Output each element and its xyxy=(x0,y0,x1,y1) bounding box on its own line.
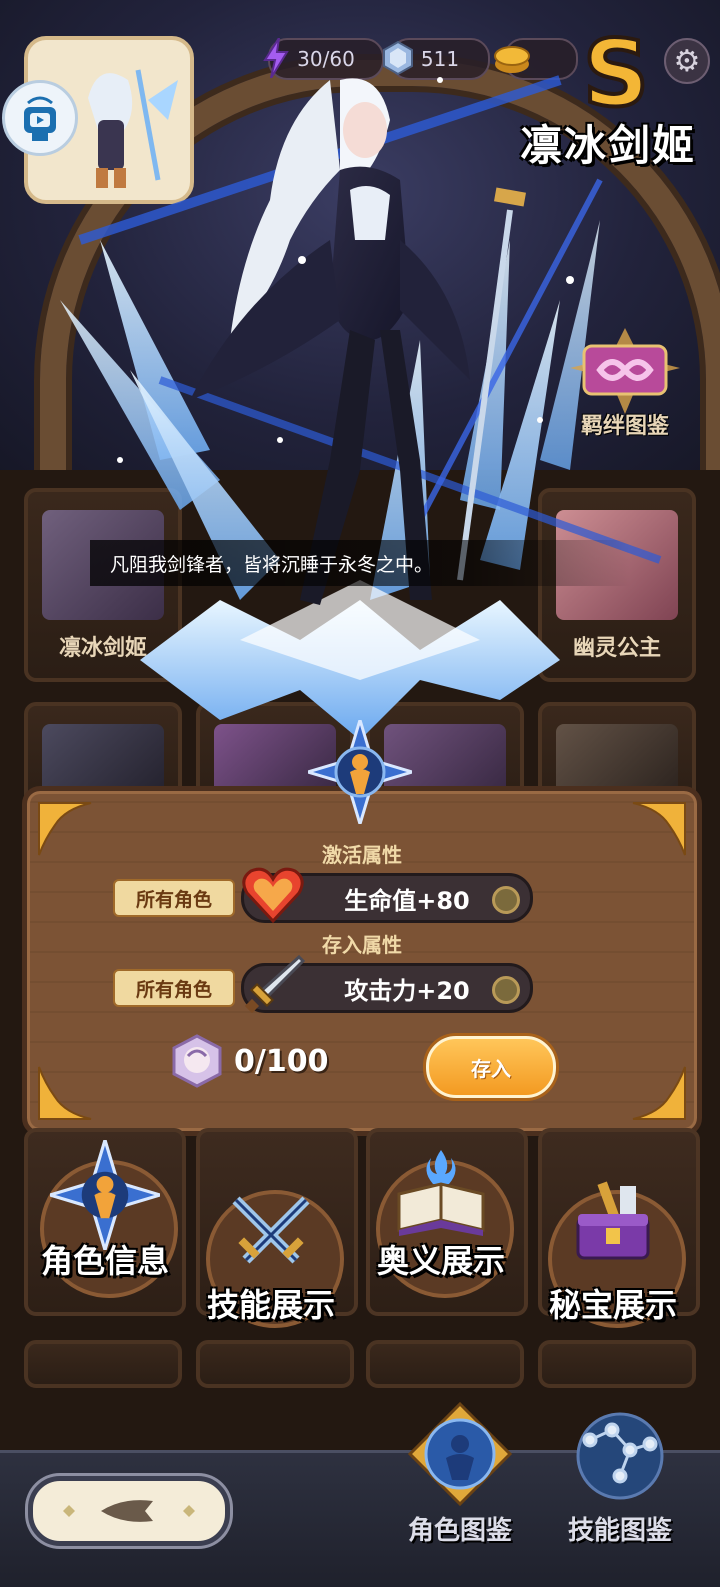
treasure-showcase-button[interactable]: 秘宝展示 xyxy=(538,1180,688,1330)
hero-shard-icon xyxy=(172,1034,222,1088)
character-card[interactable] xyxy=(196,1340,354,1388)
sword-icon xyxy=(244,954,306,1014)
activate-attribute-title: 激活属性 xyxy=(322,843,402,867)
attribute-panel: 激活属性 所有角色 生命值+80 存入属性 所有角色 攻击力+20 xyxy=(22,786,702,1136)
character-card[interactable] xyxy=(24,1340,182,1388)
character-emblem-icon xyxy=(308,720,412,824)
attribute-row: 所有角色 生命值+80 xyxy=(107,867,607,924)
tab-character-codex[interactable]: 角色图鉴 xyxy=(390,1400,530,1550)
stat-value: 攻击力+20 xyxy=(344,976,470,1005)
bond-infinity-icon xyxy=(570,328,680,414)
tab-label: 角色图鉴 xyxy=(407,1516,512,1546)
corner-ornament-icon xyxy=(632,1066,686,1120)
crossed-swords-icon xyxy=(232,1196,310,1264)
info-dot-icon[interactable] xyxy=(492,886,520,914)
constellation-icon xyxy=(576,1412,664,1500)
character-card[interactable] xyxy=(538,1340,696,1388)
ultimate-showcase-button[interactable]: 奥义展示 xyxy=(366,1150,516,1300)
back-arrow-icon xyxy=(63,1500,195,1522)
character-card[interactable] xyxy=(366,1340,524,1388)
action-label: 秘宝展示 xyxy=(548,1286,677,1324)
tab-label: 技能图鉴 xyxy=(567,1516,672,1546)
heart-icon xyxy=(242,867,304,924)
action-label: 技能展示 xyxy=(206,1286,335,1324)
info-dot-icon[interactable] xyxy=(492,976,520,1004)
rank-badge: S xyxy=(581,20,651,127)
shard-progress: 0/100 xyxy=(170,1034,328,1088)
spellbook-icon xyxy=(397,1150,485,1236)
back-button[interactable] xyxy=(28,1476,230,1546)
skill-showcase-button[interactable]: 技能展示 xyxy=(196,1180,346,1330)
scope-tag: 所有角色 xyxy=(113,969,235,1007)
character-codex-icon xyxy=(407,1401,513,1507)
attribute-row: 所有角色 攻击力+20 xyxy=(107,954,607,1014)
store-attribute-title: 存入属性 xyxy=(322,933,402,957)
bond-codex-button[interactable]: 羁绊图鉴 xyxy=(570,328,680,439)
deposit-button[interactable]: 存入 xyxy=(426,1036,556,1098)
treasure-chest-icon xyxy=(576,1181,650,1260)
bond-codex-label: 羁绊图鉴 xyxy=(580,414,669,439)
corner-ornament-icon xyxy=(38,1066,92,1120)
hero-quote: 凡阻我剑锋者，皆将沉睡于永冬之中。 xyxy=(90,540,630,586)
action-label: 角色信息 xyxy=(40,1242,169,1280)
scope-tag: 所有角色 xyxy=(113,879,235,917)
hero-quote-text: 凡阻我剑锋者，皆将沉睡于永冬之中。 xyxy=(110,553,434,576)
tab-skill-codex[interactable]: 技能图鉴 xyxy=(550,1400,690,1550)
character-info-button[interactable]: 角色信息 xyxy=(30,1140,180,1300)
stat-value: 生命值+80 xyxy=(344,886,470,915)
action-label: 奥义展示 xyxy=(376,1242,505,1280)
character-emblem-icon xyxy=(50,1140,160,1250)
shard-progress-value: 0/100 xyxy=(234,1043,329,1079)
hero-name: 凛冰剑姬 xyxy=(519,121,696,170)
